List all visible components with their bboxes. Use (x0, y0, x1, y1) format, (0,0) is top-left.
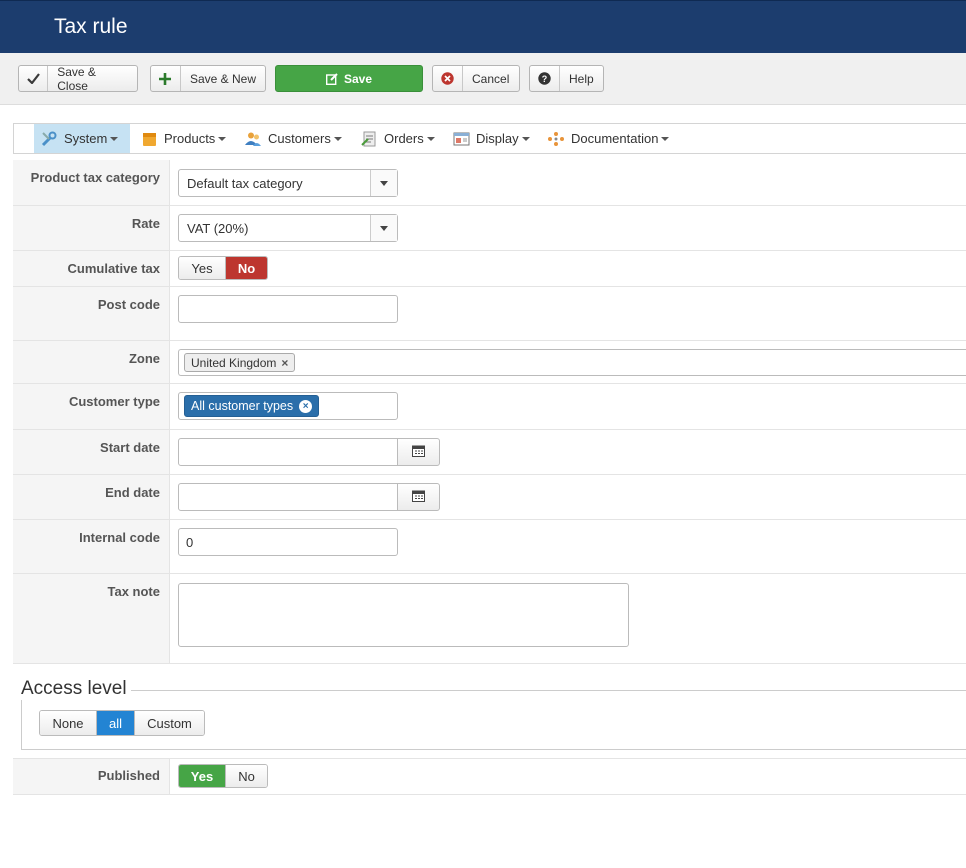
internal-code-input[interactable]: 0 (178, 528, 398, 556)
caret-down-icon (380, 225, 388, 231)
customer-type-multiselect[interactable]: All customer types × (178, 392, 398, 420)
save-new-button[interactable]: Save & New (150, 65, 266, 92)
check-icon (19, 66, 49, 91)
row-end-date: End date (13, 475, 966, 520)
row-rate: Rate VAT (20%) (13, 206, 966, 251)
product-tax-category-select[interactable]: Default tax category (178, 169, 398, 197)
save-button[interactable]: Save (275, 65, 423, 92)
field-label: Customer type (68, 394, 160, 409)
start-date-input[interactable] (178, 438, 398, 466)
row-tax-note: Tax note (13, 574, 966, 664)
svg-text:?: ? (542, 74, 548, 84)
documentation-icon (547, 131, 565, 147)
field-label: Zone (128, 351, 160, 366)
field-label: End date (105, 485, 160, 500)
help-button[interactable]: ? Help (529, 65, 604, 92)
row-cumulative-tax: Cumulative tax Yes No (13, 251, 966, 287)
users-icon (244, 131, 262, 147)
calendar-icon (412, 445, 425, 460)
zone-chip: United Kingdom × (184, 353, 296, 372)
remove-icon[interactable]: × (299, 399, 313, 413)
field-label: Tax note (107, 584, 161, 599)
access-level-buttons: None all Custom (39, 710, 205, 736)
end-date-calendar-button[interactable] (397, 483, 440, 511)
menu-item-customers[interactable]: Customers (238, 124, 348, 153)
field-label: Post code (97, 297, 160, 312)
chevron-down-icon (661, 136, 670, 141)
access-level-legend: Access level (17, 678, 131, 700)
zone-multiselect[interactable]: United Kingdom × (178, 349, 966, 376)
plus-icon (151, 66, 181, 91)
post-code-input[interactable] (178, 295, 398, 323)
menu-item-display[interactable]: Display (446, 124, 536, 153)
tax-note-textarea[interactable] (178, 583, 629, 647)
field-label: Internal code (79, 530, 160, 545)
question-icon: ? (530, 66, 560, 91)
page-header: Tax rule (0, 0, 966, 53)
chevron-down-icon (521, 136, 530, 141)
menu-item-products[interactable]: Products (134, 124, 232, 153)
published-toggle: Yes No (178, 764, 268, 788)
dropdown-toggle[interactable] (370, 215, 397, 241)
display-icon (452, 131, 470, 147)
chevron-down-icon (110, 136, 119, 141)
row-post-code: Post code (13, 287, 966, 341)
dropdown-toggle[interactable] (370, 170, 397, 196)
chevron-down-icon (333, 136, 342, 141)
edit-icon (325, 72, 338, 85)
box-icon (140, 131, 158, 147)
access-level-none[interactable]: None (40, 711, 96, 735)
page-title: Tax rule (54, 15, 128, 38)
access-level-all[interactable]: all (96, 711, 134, 735)
published-no[interactable]: No (225, 765, 267, 787)
row-product-tax-category: Product tax category Default tax categor… (13, 160, 966, 206)
save-close-button[interactable]: Save & Close (18, 65, 138, 93)
field-label: Rate (131, 216, 160, 231)
access-level-custom[interactable]: Custom (134, 711, 204, 735)
end-date-input[interactable] (178, 483, 398, 511)
row-zone: Zone United Kingdom × (13, 341, 966, 384)
row-published: Published Yes No (13, 758, 966, 795)
calendar-icon (412, 490, 425, 505)
cancel-icon (433, 66, 463, 91)
field-label: Product tax category (30, 170, 160, 185)
row-internal-code: Internal code 0 (13, 520, 966, 574)
main-menu: System Products Customers Orders Display… (13, 123, 966, 154)
orders-icon (360, 131, 378, 147)
field-label: Start date (100, 440, 160, 455)
customer-type-chip: All customer types × (184, 395, 320, 417)
chevron-down-icon (218, 136, 227, 141)
menu-item-system[interactable]: System (34, 124, 130, 153)
cumulative-tax-toggle: Yes No (178, 256, 268, 280)
menu-item-orders[interactable]: Orders (354, 124, 441, 153)
cumulative-tax-no[interactable]: No (225, 257, 267, 279)
start-date-calendar-button[interactable] (397, 438, 440, 466)
row-start-date: Start date (13, 430, 966, 475)
cumulative-tax-yes[interactable]: Yes (179, 257, 225, 279)
toolbar: Save & Close Save & New Save Cancel ? He… (0, 53, 966, 105)
access-level-fieldset: None all Custom (21, 690, 966, 750)
field-label: Published (97, 768, 160, 783)
chevron-down-icon (426, 136, 435, 141)
tax-rule-form: Product tax category Default tax categor… (13, 160, 966, 664)
remove-icon[interactable]: × (281, 356, 288, 370)
field-label: Cumulative tax (67, 261, 160, 276)
rate-select[interactable]: VAT (20%) (178, 214, 398, 242)
published-yes[interactable]: Yes (179, 765, 225, 787)
wrench-icon (40, 131, 58, 147)
menu-item-documentation[interactable]: Documentation (541, 124, 675, 153)
row-customer-type: Customer type All customer types × (13, 384, 966, 430)
cancel-button[interactable]: Cancel (432, 65, 520, 92)
caret-down-icon (380, 180, 388, 186)
